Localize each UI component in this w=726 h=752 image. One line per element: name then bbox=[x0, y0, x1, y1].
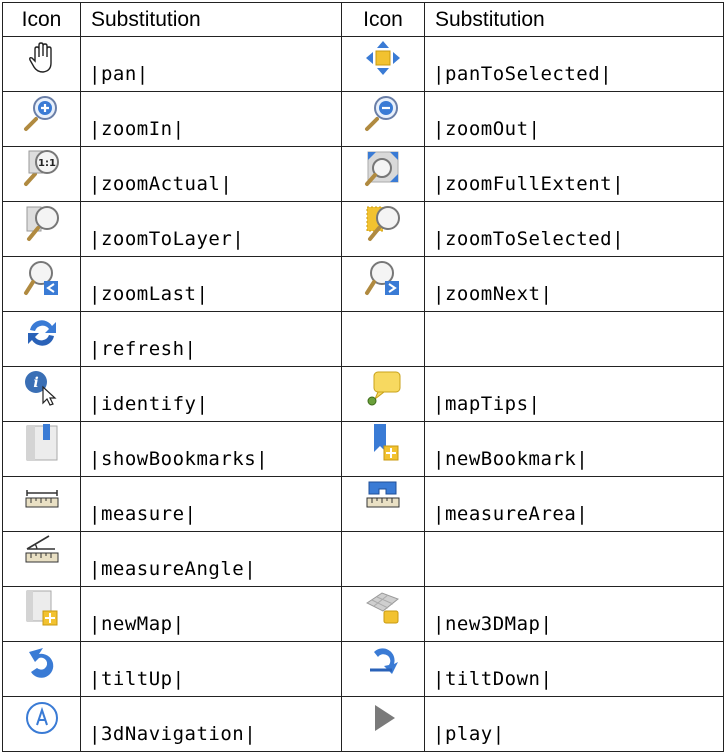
right-substitution-cell bbox=[424, 531, 724, 587]
table-row: |refresh| bbox=[2, 311, 724, 367]
left-substitution-cell: |zoomIn| bbox=[80, 91, 342, 147]
zoom-last-icon bbox=[23, 259, 61, 297]
pan-to-selected-icon bbox=[364, 39, 402, 77]
table-row: |zoomToLayer| |zoomToSelected| bbox=[2, 201, 724, 257]
zoom-actual-icon: 1:1 bbox=[23, 149, 61, 187]
zoom-next-icon bbox=[364, 259, 402, 297]
left-icon-cell bbox=[2, 36, 81, 92]
right-icon-cell bbox=[341, 91, 425, 147]
left-substitution-cell: |showBookmarks| bbox=[80, 421, 342, 477]
left-icon-cell bbox=[2, 91, 81, 147]
measure-angle-icon bbox=[23, 534, 61, 572]
left-substitution-cell: |measureAngle| bbox=[80, 531, 342, 587]
show-bookmarks-icon bbox=[23, 424, 61, 462]
header-icon-2: Icon bbox=[341, 2, 425, 37]
left-icon-cell: 1:1 bbox=[2, 146, 81, 202]
left-substitution-cell: |identify| bbox=[80, 366, 342, 422]
left-icon-cell: i bbox=[2, 366, 81, 422]
play-icon bbox=[364, 699, 402, 737]
left-icon-cell bbox=[2, 586, 81, 642]
new-bookmark-icon bbox=[364, 424, 402, 462]
zoom-in-icon bbox=[23, 94, 61, 132]
zoom-to-layer-icon bbox=[23, 204, 61, 242]
3d-navigation-icon bbox=[23, 699, 61, 737]
right-substitution-cell: |play| bbox=[424, 696, 724, 752]
refresh-icon bbox=[23, 314, 61, 352]
left-icon-cell bbox=[2, 476, 81, 532]
header-substitution-2: Substitution bbox=[424, 2, 724, 37]
right-icon-cell bbox=[341, 36, 425, 92]
table-header-row: Icon Substitution Icon Substitution bbox=[2, 2, 724, 37]
svg-text:i: i bbox=[33, 375, 38, 391]
table-row: |showBookmarks| |newBookmark| bbox=[2, 421, 724, 477]
zoom-out-icon bbox=[364, 94, 402, 132]
left-substitution-cell: |refresh| bbox=[80, 311, 342, 367]
left-icon-cell bbox=[2, 421, 81, 477]
left-substitution-cell: |zoomActual| bbox=[80, 146, 342, 202]
zoom-to-selected-icon bbox=[364, 204, 402, 242]
table-row: |zoomIn| |zoomOut| bbox=[2, 91, 724, 147]
right-substitution-cell: |zoomNext| bbox=[424, 256, 724, 312]
table-row: |3dNavigation| |play| bbox=[2, 696, 724, 752]
table-row: 1:1 |zoomActual| |zoomFullExtent| bbox=[2, 146, 724, 202]
left-icon-cell bbox=[2, 696, 81, 752]
substitution-table: Icon Substitution Icon Substitution |pan… bbox=[2, 2, 724, 752]
zoom-full-extent-icon bbox=[364, 149, 402, 187]
right-icon-cell bbox=[341, 311, 425, 367]
left-icon-cell bbox=[2, 201, 81, 257]
right-substitution-cell: |zoomToSelected| bbox=[424, 201, 724, 257]
left-substitution-cell: |3dNavigation| bbox=[80, 696, 342, 752]
left-substitution-cell: |measure| bbox=[80, 476, 342, 532]
right-icon-cell bbox=[341, 531, 425, 587]
right-substitution-cell: |zoomFullExtent| bbox=[424, 146, 724, 202]
right-icon-cell bbox=[341, 421, 425, 477]
left-icon-cell bbox=[2, 256, 81, 312]
left-substitution-cell: |tiltUp| bbox=[80, 641, 342, 697]
icon-ratio-label: 1:1 bbox=[38, 158, 56, 169]
left-icon-cell bbox=[2, 311, 81, 367]
tilt-down-icon bbox=[364, 644, 402, 682]
right-substitution-cell: |new3DMap| bbox=[424, 586, 724, 642]
new-3d-map-icon bbox=[364, 589, 402, 627]
left-substitution-cell: |pan| bbox=[80, 36, 342, 92]
table-row: |pan| |panToSelected| bbox=[2, 36, 724, 92]
table-row: |zoomLast| |zoomNext| bbox=[2, 256, 724, 312]
left-icon-cell bbox=[2, 641, 81, 697]
right-icon-cell bbox=[341, 586, 425, 642]
header-substitution-1: Substitution bbox=[80, 2, 342, 37]
table-row: |newMap| |new3DMap| bbox=[2, 586, 724, 642]
right-icon-cell bbox=[341, 476, 425, 532]
right-icon-cell bbox=[341, 256, 425, 312]
header-icon-1: Icon bbox=[2, 2, 81, 37]
hand-pan-icon bbox=[23, 39, 61, 77]
left-icon-cell bbox=[2, 531, 81, 587]
table-row: |tiltUp| |tiltDown| bbox=[2, 641, 724, 697]
right-substitution-cell: |tiltDown| bbox=[424, 641, 724, 697]
right-icon-cell bbox=[341, 146, 425, 202]
tilt-up-icon bbox=[23, 644, 61, 682]
table-row: |measure| |measureArea| bbox=[2, 476, 724, 532]
right-substitution-cell: |zoomOut| bbox=[424, 91, 724, 147]
right-icon-cell bbox=[341, 366, 425, 422]
new-map-icon bbox=[23, 589, 61, 627]
right-icon-cell bbox=[341, 696, 425, 752]
right-substitution-cell: |measureArea| bbox=[424, 476, 724, 532]
left-substitution-cell: |newMap| bbox=[80, 586, 342, 642]
table-row: i |identify| |mapTips| bbox=[2, 366, 724, 422]
right-substitution-cell: |panToSelected| bbox=[424, 36, 724, 92]
right-substitution-cell: |mapTips| bbox=[424, 366, 724, 422]
left-substitution-cell: |zoomToLayer| bbox=[80, 201, 342, 257]
right-substitution-cell bbox=[424, 311, 724, 367]
right-substitution-cell: |newBookmark| bbox=[424, 421, 724, 477]
right-icon-cell bbox=[341, 201, 425, 257]
measure-icon bbox=[23, 479, 61, 517]
table-row: |measureAngle| bbox=[2, 531, 724, 587]
identify-icon: i bbox=[23, 369, 61, 407]
left-substitution-cell: |zoomLast| bbox=[80, 256, 342, 312]
measure-area-icon bbox=[364, 479, 402, 517]
right-icon-cell bbox=[341, 641, 425, 697]
map-tips-icon bbox=[364, 369, 402, 407]
